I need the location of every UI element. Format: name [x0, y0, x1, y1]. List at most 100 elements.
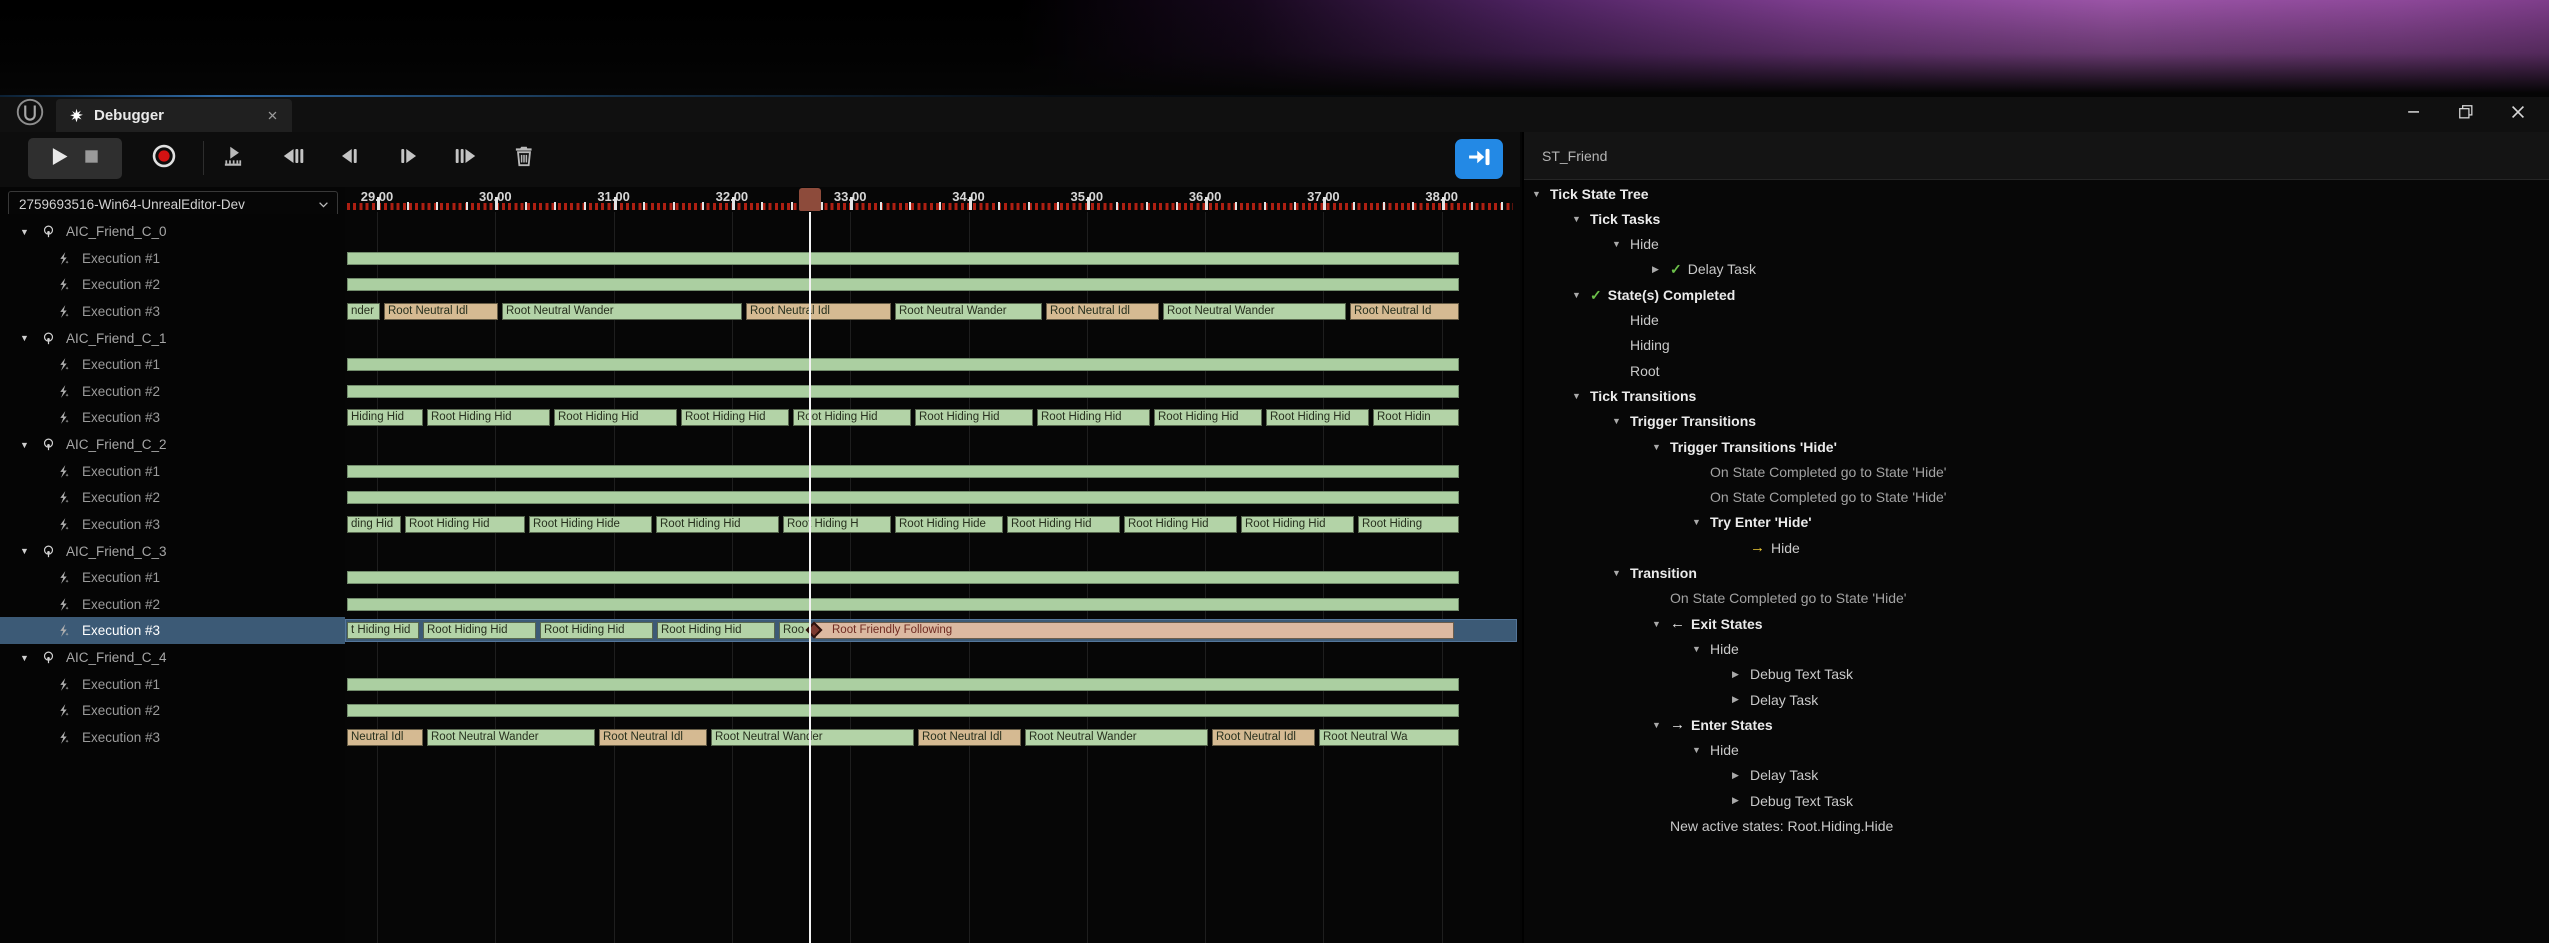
state-segment[interactable]: Root Neutral Wander: [427, 729, 595, 746]
expander-open-icon[interactable]: ▼: [20, 440, 34, 450]
state-segment[interactable]: Root Hiding Hid: [423, 622, 536, 639]
state-segment[interactable]: Root Neutral Wander: [895, 303, 1042, 320]
execution-track-bar[interactable]: [347, 571, 1459, 584]
execution-track-bar[interactable]: [347, 491, 1459, 504]
expander-open-icon[interactable]: ▼: [1692, 517, 1710, 527]
statetree-node-row[interactable]: ▼Hide: [1524, 738, 2549, 763]
statetree-node-row[interactable]: ▶Debug Text Task: [1524, 788, 2549, 813]
ruler-recorded-frames-strip[interactable]: [347, 203, 1513, 210]
state-segment[interactable]: Root Neutral Wander: [1025, 729, 1208, 746]
state-segment[interactable]: Root Friendly Following: [815, 622, 1454, 639]
record-button[interactable]: [145, 139, 183, 177]
state-segment[interactable]: Root Hiding Hid: [915, 409, 1033, 426]
expander-open-icon[interactable]: ▼: [1652, 720, 1670, 730]
statetree-node-row[interactable]: Hiding: [1524, 333, 2549, 358]
expander-closed-icon[interactable]: ▶: [1732, 795, 1750, 806]
execution-row[interactable]: Execution #3: [0, 404, 345, 431]
statetree-node-row[interactable]: ▼Trigger Transitions 'Hide': [1524, 434, 2549, 459]
timeline-playhead[interactable]: [809, 212, 811, 943]
tab-debugger[interactable]: Debugger: [56, 99, 292, 132]
state-segment[interactable]: Root Hiding: [1358, 516, 1459, 533]
clear-recording-button[interactable]: [505, 139, 543, 177]
expander-open-icon[interactable]: ▼: [1612, 239, 1630, 249]
statetree-node-row[interactable]: ▶Delay Task: [1524, 763, 2549, 788]
instance-row[interactable]: ▼AIC_Friend_C_1: [0, 325, 345, 352]
execution-track-bar[interactable]: [347, 598, 1459, 611]
state-segment[interactable]: Root Neutral Idl: [918, 729, 1021, 746]
state-segment[interactable]: Root Hiding H: [783, 516, 891, 533]
instance-row[interactable]: ▼AIC_Friend_C_2: [0, 431, 345, 458]
statetree-node-row[interactable]: ▼Hide: [1524, 232, 2549, 257]
execution-row[interactable]: Execution #1: [0, 351, 345, 378]
execution-track-bar[interactable]: [347, 358, 1459, 371]
statetree-node-row[interactable]: ▼Trigger Transitions: [1524, 409, 2549, 434]
statetree-node-row[interactable]: ▶Debug Text Task: [1524, 662, 2549, 687]
timeline-pane[interactable]: 29.0030.0031.0032.0033.0034.0035.0036.00…: [345, 187, 1520, 943]
execution-row[interactable]: Execution #3: [0, 511, 345, 538]
state-segment[interactable]: Root Hiding Hid: [1241, 516, 1354, 533]
state-segment[interactable]: Root Neutral Wander: [1163, 303, 1346, 320]
expander-open-icon[interactable]: ▼: [1572, 214, 1590, 224]
expander-open-icon[interactable]: ▼: [20, 227, 34, 237]
expander-closed-icon[interactable]: ▶: [1652, 264, 1670, 275]
state-segment[interactable]: Root Hiding Hid: [681, 409, 789, 426]
state-segment[interactable]: Neutral Idl: [347, 729, 423, 746]
state-segment[interactable]: Root Hiding Hide: [895, 516, 1003, 533]
state-segment[interactable]: Root Hiding Hid: [1266, 409, 1369, 426]
execution-row[interactable]: Execution #3: [0, 617, 345, 644]
expander-open-icon[interactable]: ▼: [20, 546, 34, 556]
execution-row[interactable]: Execution #1: [0, 564, 345, 591]
statetree-node-row[interactable]: ▼✓State(s) Completed: [1524, 282, 2549, 307]
state-segment[interactable]: Root Neutral Idl: [599, 729, 707, 746]
expander-open-icon[interactable]: ▼: [1532, 189, 1550, 199]
execution-row[interactable]: Execution #2: [0, 484, 345, 511]
state-segment[interactable]: Root Hiding Hide: [529, 516, 652, 533]
statetree-node-row[interactable]: ▼←Exit States: [1524, 611, 2549, 636]
state-segment[interactable]: Root Hiding Hid: [1037, 409, 1150, 426]
play-from-here-button[interactable]: [214, 139, 252, 177]
expander-open-icon[interactable]: ▼: [1692, 745, 1710, 755]
step-back-frame-button[interactable]: [330, 139, 368, 177]
statetree-node-row[interactable]: On State Completed go to State 'Hide': [1524, 485, 2549, 510]
expander-closed-icon[interactable]: ▶: [1732, 694, 1750, 705]
restore-button[interactable]: [2453, 101, 2479, 127]
state-segment[interactable]: Root Hidin: [1373, 409, 1459, 426]
execution-track-bar[interactable]: [347, 252, 1459, 265]
state-segment[interactable]: Root Hiding Hid: [405, 516, 525, 533]
expander-open-icon[interactable]: ▼: [1692, 644, 1710, 654]
execution-row[interactable]: Execution #2: [0, 271, 345, 298]
play-button[interactable]: [45, 143, 72, 175]
statetree-node-row[interactable]: Root: [1524, 358, 2549, 383]
execution-row[interactable]: Execution #2: [0, 697, 345, 724]
execution-track-bar[interactable]: [347, 465, 1459, 478]
state-segment[interactable]: Root Hiding Hid: [1007, 516, 1120, 533]
expander-open-icon[interactable]: ▼: [1572, 391, 1590, 401]
expander-open-icon[interactable]: ▼: [1652, 619, 1670, 629]
execution-row[interactable]: Execution #1: [0, 671, 345, 698]
expander-open-icon[interactable]: ▼: [1612, 416, 1630, 426]
statetree-node-row[interactable]: On State Completed go to State 'Hide': [1524, 459, 2549, 484]
state-segment[interactable]: Root Hiding Hid: [657, 622, 775, 639]
statetree-node-row[interactable]: ▼Tick Transitions: [1524, 383, 2549, 408]
statetree-node-row[interactable]: New active states: Root.Hiding.Hide: [1524, 814, 2549, 839]
execution-row[interactable]: Execution #1: [0, 245, 345, 272]
statetree-node-row[interactable]: ▼Try Enter 'Hide': [1524, 510, 2549, 535]
state-segment[interactable]: Root Neutral Idl: [1046, 303, 1159, 320]
expander-closed-icon[interactable]: ▶: [1732, 770, 1750, 781]
state-segment[interactable]: Root Hiding Hid: [427, 409, 550, 426]
state-segment[interactable]: Root Neutral Wa: [1319, 729, 1459, 746]
step-forward-frame-button[interactable]: [390, 139, 428, 177]
expander-open-icon[interactable]: ▼: [20, 333, 34, 343]
state-segment[interactable]: Root Hiding Hid: [1124, 516, 1237, 533]
instance-row[interactable]: ▼AIC_Friend_C_0: [0, 218, 345, 245]
state-segment[interactable]: Root Hiding Hid: [656, 516, 779, 533]
instance-row[interactable]: ▼AIC_Friend_C_3: [0, 538, 345, 565]
expander-open-icon[interactable]: ▼: [1612, 568, 1630, 578]
execution-track-bar[interactable]: [347, 385, 1459, 398]
minimize-button[interactable]: [2401, 101, 2427, 127]
state-segment[interactable]: Root Hiding Hid: [554, 409, 677, 426]
statetree-node-row[interactable]: ▼Tick State Tree: [1524, 181, 2549, 206]
instance-row[interactable]: ▼AIC_Friend_C_4: [0, 644, 345, 671]
state-segment[interactable]: Root Hiding Hid: [1154, 409, 1262, 426]
expander-open-icon[interactable]: ▼: [20, 653, 34, 663]
